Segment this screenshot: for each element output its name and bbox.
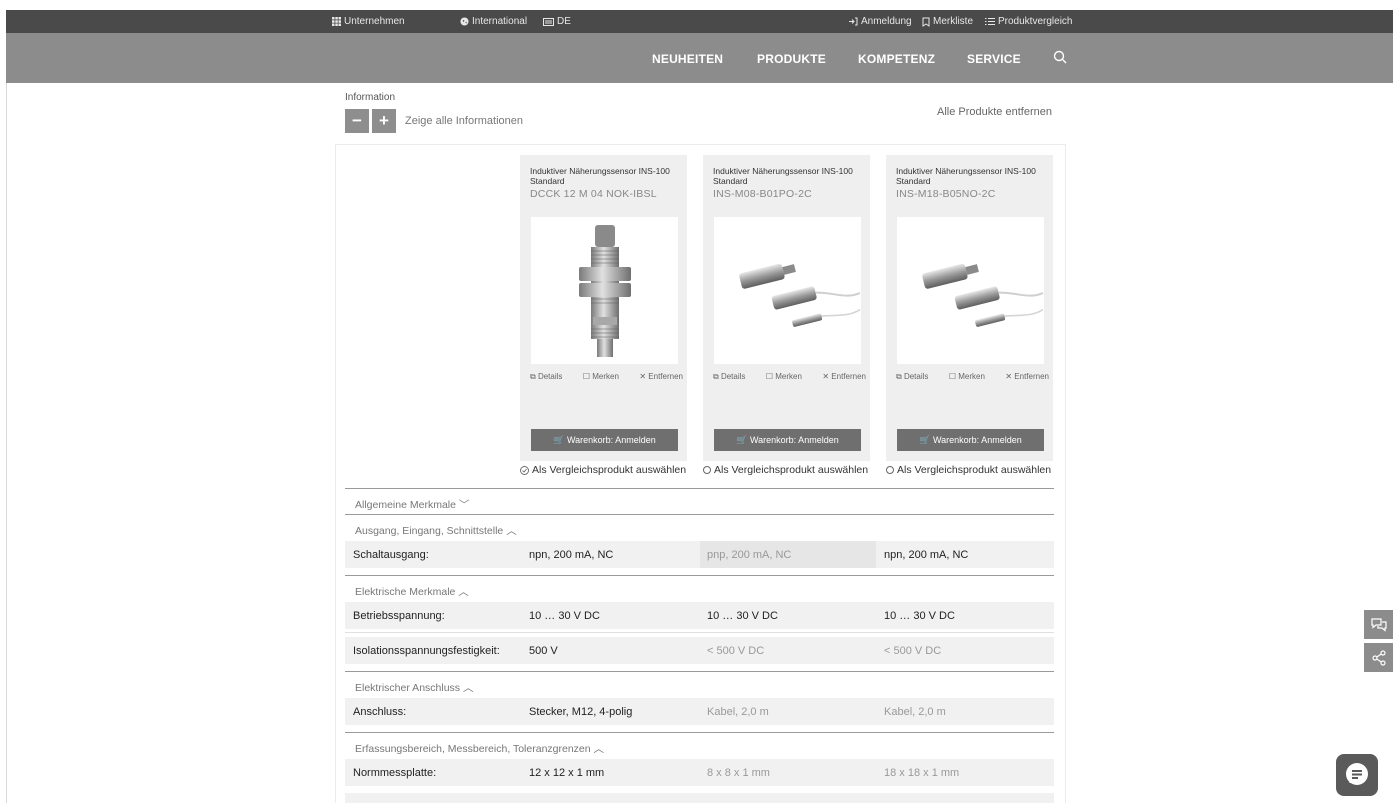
bookmark-icon	[922, 17, 930, 27]
company-label: Unternehmen	[344, 16, 405, 27]
cart-login-button[interactable]: 🛒 Warenkorb: Anmelden	[897, 429, 1044, 451]
radio-icon	[886, 466, 894, 474]
section-output-toggle[interactable]: Ausgang, Eingang, Schnittstelle ︿	[345, 514, 1054, 540]
international-label: International	[472, 16, 528, 27]
chevron-up-icon: ︿	[506, 525, 517, 537]
product-actions: ⧉ Details ☐ Merken ✕ Entfernen	[896, 372, 1049, 382]
radio-icon	[703, 466, 711, 474]
product-model[interactable]: DCCK 12 M 04 NOK-IBSL	[530, 188, 657, 200]
feedback-button[interactable]	[1364, 610, 1393, 639]
section-general-toggle[interactable]: Allgemeine Merkmale ﹀	[345, 488, 1054, 514]
cart-login-button[interactable]: 🛒 Warenkorb: Anmelden	[714, 429, 861, 451]
table-row: Isolationsspannungsfestigkeit: 500 V < 5…	[345, 637, 1054, 664]
check-circle-icon	[520, 465, 529, 475]
section-connection-toggle[interactable]: Elektrischer Anschluss ︿	[345, 671, 1054, 697]
grid-icon	[332, 17, 341, 26]
login-label: Anmeldung	[861, 16, 912, 27]
section-electrical-toggle[interactable]: Elektrische Merkmale ︿	[345, 575, 1054, 601]
info-label: Information	[345, 92, 396, 103]
product-image[interactable]	[897, 217, 1044, 364]
company-link[interactable]: Unternehmen	[332, 16, 405, 27]
chat-button[interactable]	[1336, 754, 1378, 796]
share-icon	[1371, 649, 1386, 666]
globe-icon	[460, 17, 469, 26]
product-title: Induktiver Näherungssensor INS-100 Stand…	[530, 166, 670, 186]
cart-login-button[interactable]: 🛒 Warenkorb: Anmelden	[531, 429, 678, 451]
sensor-connector-image	[579, 225, 631, 357]
product-actions: ⧉ Details ☐ Merken ✕ Entfernen	[530, 372, 683, 382]
remove-link[interactable]: ✕ Entfernen	[1005, 372, 1049, 382]
watchlist-link[interactable]: Merkliste	[922, 16, 973, 27]
sensor-cable-image	[739, 263, 861, 327]
product-card: Induktiver Näherungssensor INS-100 Stand…	[886, 155, 1053, 461]
select-compare-product-1[interactable]: Als Vergleichsprodukt auswählen	[520, 464, 686, 476]
table-row: Schaltausgang: npn, 200 mA, NC pnp, 200 …	[345, 541, 1054, 568]
compare-link[interactable]: Produktvergleich	[985, 16, 1072, 27]
details-link[interactable]: ⧉ Details	[896, 372, 928, 382]
main-nav: NEUHEITEN PRODUKTE KOMPETENZ SERVICE	[6, 33, 1393, 83]
list-icon	[985, 18, 995, 25]
nav-item-new[interactable]: NEUHEITEN	[652, 52, 723, 66]
nav-item-service[interactable]: SERVICE	[967, 52, 1021, 66]
product-title: Induktiver Näherungssensor INS-100 Stand…	[896, 166, 1036, 186]
table-row: Betriebsspannung: 10 … 30 V DC 10 … 30 V…	[345, 602, 1054, 629]
remember-link[interactable]: ☐ Merken	[766, 372, 802, 382]
product-image[interactable]	[531, 217, 678, 364]
table-row: Anschluss: Stecker, M12, 4-polig Kabel, …	[345, 698, 1054, 725]
nav-item-products[interactable]: PRODUKTE	[757, 52, 826, 66]
select-compare-product-3[interactable]: Als Vergleichsprodukt auswählen	[886, 464, 1051, 476]
nav-item-expertise[interactable]: KOMPETENZ	[858, 52, 935, 66]
international-link[interactable]: International	[460, 16, 527, 27]
product-actions: ⧉ Details ☐ Merken ✕ Entfernen	[713, 372, 866, 382]
language-label: DE	[557, 16, 571, 27]
product-image[interactable]	[714, 217, 861, 364]
product-card: Induktiver Näherungssensor INS-100 Stand…	[520, 155, 687, 461]
search-icon[interactable]	[1053, 50, 1067, 64]
top-utility-bar: Unternehmen International DE Anmeldung M…	[6, 10, 1393, 33]
product-title: Induktiver Näherungssensor INS-100 Stand…	[713, 166, 853, 186]
chevron-up-icon: ︿	[593, 743, 605, 755]
product-card: Induktiver Näherungssensor INS-100 Stand…	[703, 155, 870, 461]
chat-bubbles-icon	[1370, 617, 1387, 632]
chevron-up-icon: ︿	[462, 682, 474, 694]
remove-link[interactable]: ✕ Entfernen	[639, 372, 683, 382]
details-link[interactable]: ⧉ Details	[713, 372, 745, 382]
compare-label: Produktvergleich	[998, 16, 1073, 27]
remember-link[interactable]: ☐ Merken	[949, 372, 985, 382]
expand-all-button[interactable]: +	[372, 109, 396, 133]
share-button[interactable]	[1364, 643, 1393, 672]
sensor-cable-image	[922, 263, 1044, 327]
show-all-info-label: Zeige alle Informationen	[405, 115, 524, 127]
product-model[interactable]: INS-M08-B01PO-2C	[713, 188, 812, 200]
chat-icon	[1346, 763, 1368, 785]
table-row	[345, 793, 1054, 803]
select-compare-product-2[interactable]: Als Vergleichsprodukt auswählen	[703, 464, 868, 476]
remove-link[interactable]: ✕ Entfernen	[822, 372, 866, 382]
watchlist-label: Merkliste	[933, 16, 974, 27]
chevron-down-icon: ﹀	[458, 499, 470, 511]
collapse-all-button[interactable]: −	[345, 109, 369, 133]
language-icon	[543, 17, 554, 26]
section-range-toggle[interactable]: Erfassungsbereich, Messbereich, Toleranz…	[345, 732, 1054, 758]
login-icon	[849, 17, 858, 26]
remove-all-products-link[interactable]: Alle Produkte entfernen	[937, 106, 1052, 118]
chevron-up-icon: ︿	[458, 586, 469, 598]
login-link[interactable]: Anmeldung	[848, 16, 912, 27]
table-row: Normmessplatte: 12 x 12 x 1 mm 8 x 8 x 1…	[345, 759, 1054, 786]
remember-link[interactable]: ☐ Merken	[583, 372, 619, 382]
details-link[interactable]: ⧉ Details	[530, 372, 562, 382]
product-model[interactable]: INS-M18-B05NO-2C	[896, 188, 995, 200]
row-divider	[345, 632, 1054, 633]
page-border	[6, 83, 7, 803]
language-switch[interactable]: DE	[543, 16, 571, 27]
